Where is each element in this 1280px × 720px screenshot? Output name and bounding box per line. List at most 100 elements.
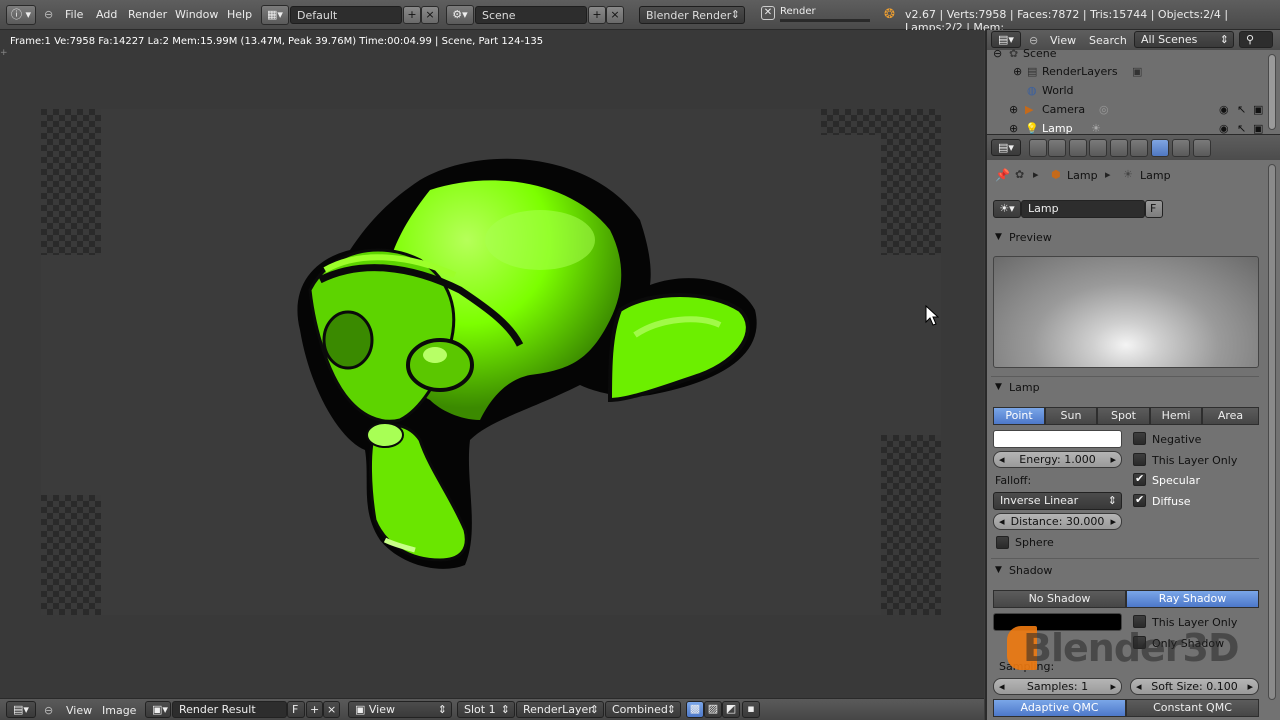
sphere-checkbox[interactable]	[996, 536, 1009, 549]
render-layers-tab-icon[interactable]	[1048, 139, 1066, 157]
negative-checkbox[interactable]	[1133, 432, 1146, 445]
fake-user-button[interactable]: F	[287, 701, 305, 718]
fake-user-button[interactable]: F	[1145, 200, 1163, 218]
outliner-item-label: World	[1042, 84, 1074, 97]
render-pass-dropdown[interactable]: Combined ⇕	[605, 701, 681, 718]
shadow-section-header[interactable]: ▼ Shadow	[991, 561, 1259, 581]
menu-file[interactable]: File	[65, 8, 83, 21]
screen-layout-icon[interactable]: ▦▾	[261, 5, 289, 25]
slot-dropdown[interactable]: Slot 1 ⇕	[457, 701, 515, 718]
draw-checker-icon[interactable]: ▨	[704, 701, 722, 718]
image-name-field[interactable]: Render Result	[172, 701, 287, 718]
chevron-down-icon: ⇕	[589, 703, 599, 716]
lamp-color-swatch[interactable]	[993, 430, 1122, 448]
menu-help[interactable]: Help	[227, 8, 252, 21]
object-icon: ⬢	[1051, 168, 1061, 181]
expand-icon[interactable]: ⊕	[1013, 65, 1022, 78]
editor-type-icon[interactable]: ▤▾	[6, 701, 36, 718]
collapse-menu-icon[interactable]: ⊖	[44, 8, 53, 21]
outliner-row-camera[interactable]: ⊕ ▶ Camera ◎ ◉ ↖ ▣	[987, 100, 1267, 119]
image-editor[interactable]: Frame:1 Ve:7958 Fa:14227 La:2 Mem:15.99M…	[0, 30, 984, 698]
unlink-image-button[interactable]: ×	[323, 701, 340, 718]
distance-field[interactable]: ◂ Distance: 30.000 ▸	[993, 513, 1122, 530]
expand-icon[interactable]: ⊖	[993, 47, 1002, 60]
new-image-button[interactable]: +	[306, 701, 323, 718]
object-tab-icon[interactable]	[1110, 139, 1128, 157]
world-icon: ◍	[1027, 84, 1037, 97]
render-layer-dropdown[interactable]: RenderLayer ⇕	[516, 701, 604, 718]
pin-image-icon[interactable]: ▪	[742, 701, 760, 718]
lamp-type-sun[interactable]: Sun	[1045, 407, 1097, 425]
collapse-menu-icon[interactable]: ⊖	[44, 704, 53, 717]
constraints-tab-icon[interactable]	[1130, 139, 1148, 157]
draw-zbuffer-icon[interactable]: ◩	[722, 701, 740, 718]
cursor-select-icon[interactable]: ↖	[1237, 103, 1246, 116]
properties-header: ▤▾	[987, 134, 1280, 160]
diffuse-checkbox[interactable]	[1133, 493, 1146, 507]
soft-size-field[interactable]: ◂ Soft Size: 0.100 ▸	[1130, 678, 1259, 695]
add-screen-button[interactable]: +	[403, 6, 421, 24]
energy-field[interactable]: ◂ Energy: 1.000 ▸	[993, 451, 1122, 468]
screen-layout-field[interactable]: Default	[290, 6, 402, 24]
lamp-datablock-browse-icon[interactable]: ☀▾	[993, 200, 1021, 218]
lamp-section-header[interactable]: ▼ Lamp	[991, 378, 1259, 398]
display-mode-dropdown[interactable]: ▣ View ⇕	[348, 701, 452, 718]
samples-field[interactable]: ◂ Samples: 1 ▸	[993, 678, 1122, 695]
negative-label: Negative	[1152, 433, 1202, 446]
image-browse-icon[interactable]: ▣▾	[145, 701, 171, 718]
blender3d-watermark: Blender3D	[1023, 626, 1240, 670]
camera-render-icon[interactable]: ▣	[1253, 103, 1263, 116]
menu-add[interactable]: Add	[96, 8, 117, 21]
eye-icon[interactable]: ◉	[1219, 103, 1229, 116]
lamp-type-point[interactable]: Point	[993, 407, 1045, 425]
specular-checkbox[interactable]	[1133, 472, 1146, 486]
menu-render[interactable]: Render	[128, 8, 167, 21]
menu-window[interactable]: Window	[175, 8, 218, 21]
increment-arrow-icon: ▸	[1110, 515, 1116, 528]
render-result-area	[881, 255, 941, 435]
outliner-row-scene[interactable]: ⊖ ✿ Scene	[987, 44, 1267, 63]
add-scene-button[interactable]: +	[588, 6, 606, 24]
menu-view[interactable]: View	[66, 704, 92, 717]
lamp-type-area[interactable]: Area	[1202, 407, 1259, 425]
falloff-dropdown[interactable]: Inverse Linear ⇕	[993, 492, 1122, 510]
scene-icon[interactable]: ⚙▾	[446, 5, 474, 25]
delete-screen-button[interactable]: ×	[421, 6, 439, 24]
draw-alpha-icon[interactable]: ▩	[686, 701, 704, 718]
world-tab-icon[interactable]	[1089, 139, 1107, 157]
render-result-area	[821, 135, 881, 615]
lamp-datablock-name[interactable]: Lamp	[1021, 200, 1145, 218]
properties-editor-type-icon[interactable]: ▤▾	[991, 139, 1021, 156]
expand-icon[interactable]: ⊕	[1009, 103, 1018, 116]
texture-tab-icon[interactable]	[1172, 139, 1190, 157]
lamp-type-hemi[interactable]: Hemi	[1150, 407, 1202, 425]
no-shadow-button[interactable]: No Shadow	[993, 590, 1126, 608]
render-tab-icon[interactable]	[1029, 139, 1047, 157]
render-progress-label: Render	[780, 6, 816, 17]
outliner[interactable]: ⊖ ✿ Scene ⊕ ▤ RenderLayers ▣ ◍ World ⊕ ▶…	[987, 47, 1280, 135]
render-engine-dropdown[interactable]: Blender Render ⇕	[639, 6, 745, 24]
physics-tab-icon[interactable]	[1193, 139, 1211, 157]
scene-tab-icon[interactable]	[1069, 139, 1087, 157]
properties-scrollbar[interactable]	[1268, 164, 1276, 700]
adaptive-qmc-button[interactable]: Adaptive QMC	[993, 699, 1126, 717]
outliner-row-renderlayers[interactable]: ⊕ ▤ RenderLayers ▣	[987, 62, 1267, 81]
scene-field[interactable]: Scene	[475, 6, 587, 24]
preview-section-label: Preview	[1009, 231, 1052, 244]
lamp-type-spot[interactable]: Spot	[1097, 407, 1150, 425]
outliner-scrollbar[interactable]	[1268, 54, 1276, 130]
ray-shadow-button[interactable]: Ray Shadow	[1126, 590, 1259, 608]
outliner-row-world[interactable]: ◍ World	[987, 81, 1267, 100]
pin-icon[interactable]: 📌	[995, 168, 1010, 182]
delete-scene-button[interactable]: ×	[606, 6, 624, 24]
cancel-render-icon[interactable]: ✕	[761, 6, 775, 20]
render-engine-label: Blender Render	[646, 9, 732, 22]
menu-image[interactable]: Image	[102, 704, 136, 717]
constant-qmc-button[interactable]: Constant QMC	[1126, 699, 1259, 717]
this-layer-only-checkbox[interactable]	[1133, 453, 1146, 466]
right-panel: ▤▾ ⊖ View Search All Scenes ⇕ ⚲ ⊖ ✿ Scene…	[985, 30, 1280, 720]
lamp-data-tab-icon[interactable]	[1151, 139, 1169, 157]
info-editor-type-icon[interactable]: ⓘ ▾	[6, 5, 36, 25]
preview-section-header[interactable]: ▼ Preview	[991, 228, 1259, 248]
slot-label: Slot 1	[464, 703, 496, 716]
